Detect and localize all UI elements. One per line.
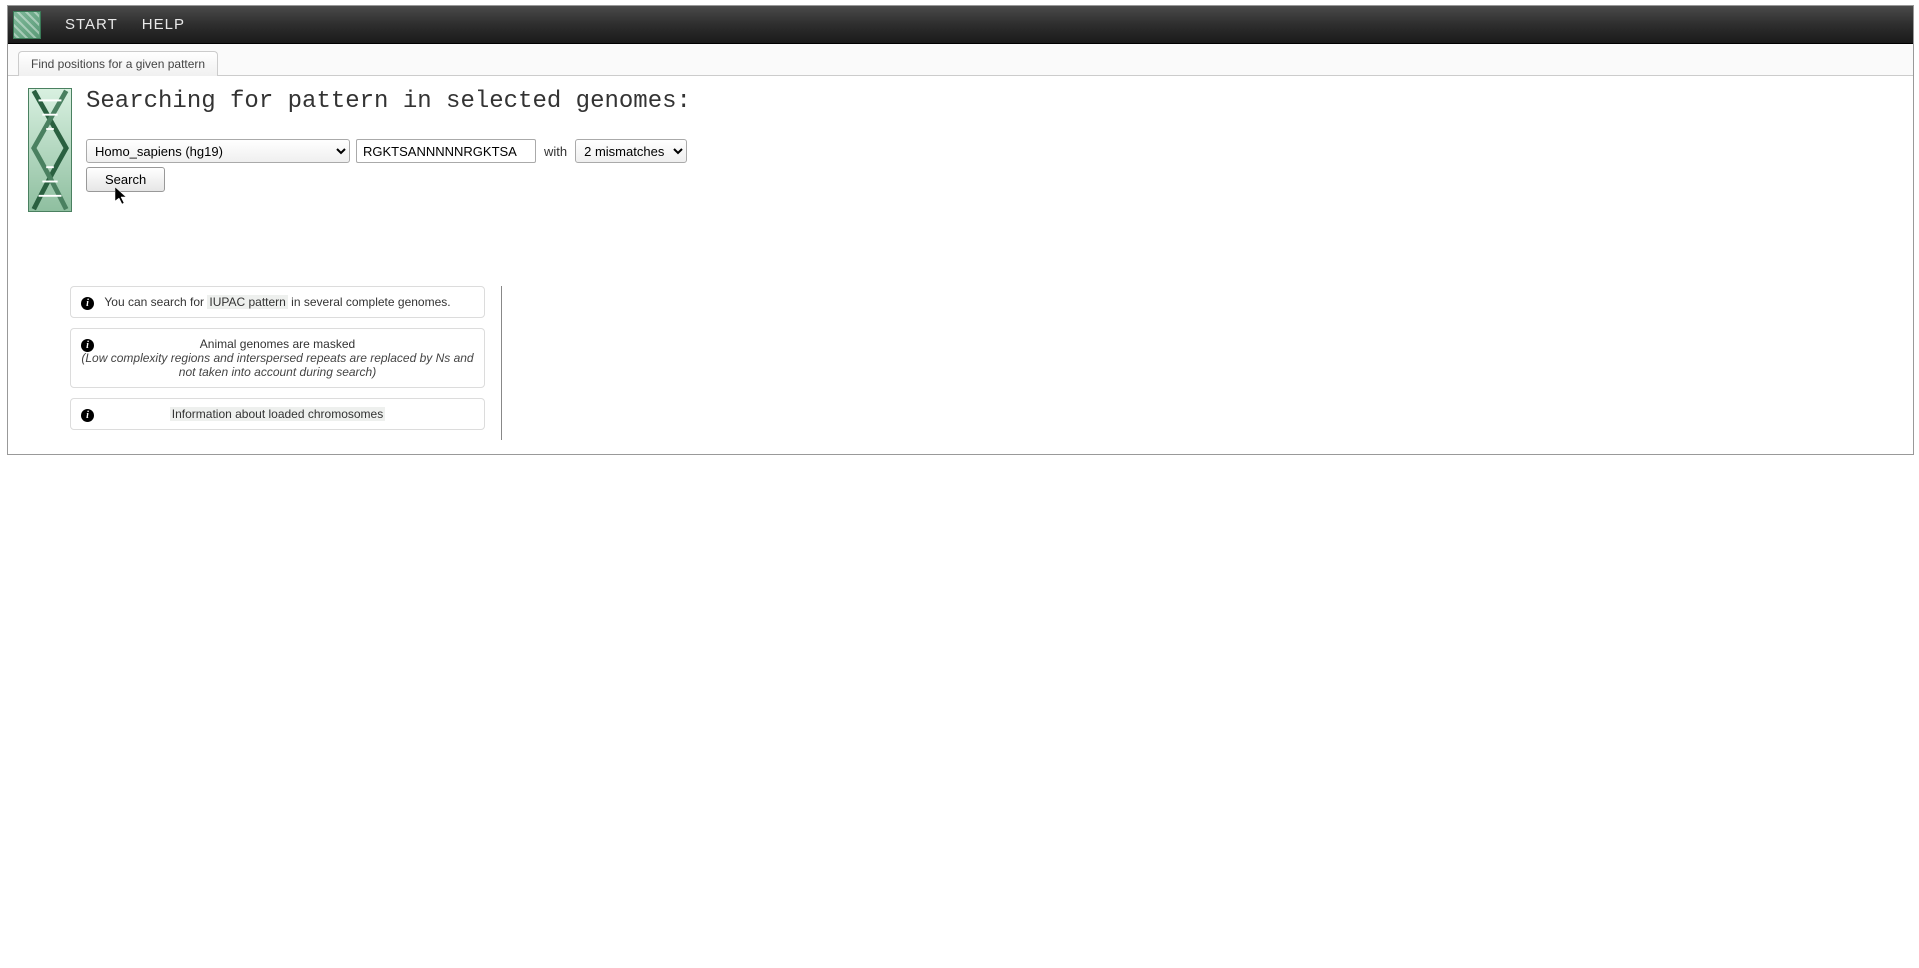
info-column: i You can search for IUPAC pattern in se…: [70, 286, 485, 440]
info-section: i You can search for IUPAC pattern in se…: [70, 286, 1913, 440]
info-box-masked: i Animal genomes are masked (Low complex…: [70, 328, 485, 388]
pattern-input[interactable]: [356, 139, 536, 163]
menu-start[interactable]: START: [53, 16, 130, 33]
dna-illustration: [28, 88, 72, 212]
info-icon: i: [81, 409, 94, 422]
info-icon: i: [81, 339, 94, 352]
with-label: with: [542, 144, 569, 159]
tab-find-positions[interactable]: Find positions for a given pattern: [18, 51, 218, 76]
page-title: Searching for pattern in selected genome…: [86, 88, 1893, 115]
info-masked-detail: (Low complexity regions and interspersed…: [81, 351, 474, 379]
search-button[interactable]: Search: [86, 167, 165, 192]
info-box-iupac: i You can search for IUPAC pattern in se…: [70, 286, 485, 318]
genome-select[interactable]: Homo_sapiens (hg19): [86, 139, 350, 163]
iupac-link[interactable]: IUPAC pattern: [207, 295, 287, 309]
tab-bar: Find positions for a given pattern: [8, 44, 1913, 76]
menu-help[interactable]: HELP: [130, 16, 197, 33]
main-form: Searching for pattern in selected genome…: [86, 88, 1893, 192]
mismatch-select[interactable]: 2 mismatches: [575, 139, 687, 163]
menubar: START HELP: [8, 6, 1913, 44]
info-box-chromosomes: i Information about loaded chromosomes: [70, 398, 485, 430]
chromosomes-link[interactable]: Information about loaded chromosomes: [170, 407, 385, 421]
form-row: Homo_sapiens (hg19) with 2 mismatches: [86, 139, 1893, 163]
info-text: You can search for: [104, 295, 207, 309]
app-logo-icon[interactable]: [13, 11, 41, 39]
info-masked-title: Animal genomes are masked: [81, 337, 474, 351]
app-frame: START HELP Find positions for a given pa…: [7, 5, 1914, 455]
content-area: Searching for pattern in selected genome…: [8, 76, 1913, 242]
vertical-divider: [501, 286, 502, 440]
dna-helix-icon: [29, 89, 71, 211]
info-text: in several complete genomes.: [288, 295, 451, 309]
info-icon: i: [81, 297, 94, 310]
